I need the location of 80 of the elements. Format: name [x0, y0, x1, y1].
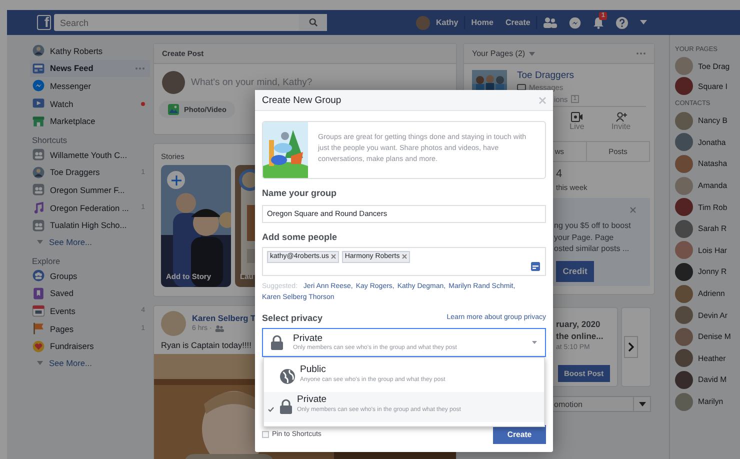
caret-icon[interactable] — [529, 52, 536, 56]
lock-icon — [271, 334, 283, 350]
card-title[interactable]: Your Pages (2) — [472, 49, 526, 58]
sidebar-item[interactable]: Groups — [30, 266, 150, 285]
dialog-title: Create New Group — [262, 94, 342, 106]
next-arrow-button[interactable] — [624, 336, 638, 358]
section-title: Explore — [31, 254, 62, 267]
sidebar-item[interactable]: Watch — [30, 94, 150, 112]
search-icon — [308, 18, 318, 27]
group-icon — [32, 218, 45, 232]
calendar-icon — [32, 304, 45, 318]
newspaper-icon — [32, 62, 45, 75]
check-icon — [268, 406, 274, 412]
more-icon[interactable] — [636, 52, 646, 55]
globe-icon — [280, 368, 295, 384]
sidebar-item[interactable]: Saved — [30, 284, 150, 302]
lock-icon — [280, 398, 292, 414]
group-icon — [32, 148, 45, 162]
caret-icon — [37, 361, 43, 366]
caret-icon — [532, 340, 537, 344]
profile-name[interactable]: Kathy Roberts — [50, 46, 103, 56]
image-icon — [168, 104, 179, 115]
storefront-icon — [32, 114, 45, 128]
profile-link[interactable]: Kathy — [430, 18, 464, 27]
avatar — [32, 166, 45, 179]
see-more-link[interactable]: See More... — [30, 354, 150, 372]
see-more-link[interactable]: See More... — [30, 234, 150, 251]
nav-link[interactable]: Create — [499, 18, 536, 27]
play-icon — [32, 97, 45, 110]
caret-icon[interactable] — [640, 20, 648, 25]
add-person-icon — [616, 112, 626, 122]
search-field[interactable]: Search — [54, 14, 299, 31]
caret-icon — [638, 402, 646, 406]
more-icon[interactable] — [135, 66, 145, 70]
close-icon[interactable] — [630, 207, 636, 213]
sidebar-item[interactable]: Fundraisers — [30, 337, 150, 355]
search-button[interactable] — [299, 14, 327, 31]
avatar — [162, 71, 185, 94]
avatar — [161, 311, 186, 336]
sidebar-item[interactable]: Tualatin High Scho... — [30, 216, 150, 234]
page-name[interactable]: Toe Draggers — [517, 70, 574, 81]
music-note-icon — [32, 201, 45, 214]
promo-text: ng you $5 off to boost — [553, 220, 632, 232]
group-icon — [32, 183, 45, 196]
credit-button[interactable]: Credit — [556, 260, 594, 282]
sidebar-item[interactable]: Willamette Youth C... — [30, 146, 150, 164]
bell-icon[interactable] — [593, 16, 604, 28]
nav-link[interactable]: Home — [465, 18, 500, 27]
sidebar-item[interactable]: Oregon Summer F... — [30, 181, 150, 199]
friends-icon — [214, 325, 224, 332]
chat-bubble-icon — [32, 79, 45, 92]
field-label: Name your group — [262, 188, 338, 198]
stat-number: 4 — [555, 168, 564, 180]
message-icon — [517, 84, 526, 92]
remove-icon[interactable] — [330, 254, 336, 259]
help-icon[interactable] — [616, 16, 628, 28]
flag-icon — [32, 322, 45, 336]
chat-bubble-icon[interactable] — [569, 16, 582, 28]
chevron-icon — [628, 342, 634, 352]
video-camera-icon — [571, 112, 583, 122]
author-name[interactable]: Karen Selberg T — [192, 313, 256, 323]
promo-text: your Page. Page — [553, 232, 615, 243]
checkbox[interactable] — [262, 430, 269, 438]
promo-text: osted similar posts ... — [553, 243, 630, 254]
group-icon — [32, 269, 45, 282]
note-icon[interactable] — [531, 262, 540, 270]
bookmark-icon — [32, 286, 45, 300]
plus-icon — [170, 174, 182, 186]
remove-icon[interactable] — [402, 254, 407, 259]
section-title: Shortcuts — [31, 134, 68, 146]
logo[interactable]: f — [37, 15, 51, 30]
sidebar-item[interactable]: Marketplace — [30, 112, 150, 130]
caret-icon — [37, 240, 43, 244]
avatar — [32, 44, 45, 58]
friends-icon[interactable] — [543, 17, 558, 28]
field-label: Add some people — [262, 232, 338, 242]
field-label: Select privacy — [262, 312, 323, 322]
post-text: Ryan is Captain today!!!! — [161, 340, 252, 350]
sidebar-item[interactable]: News Feed — [30, 60, 150, 78]
sidebar-item[interactable]: Messenger — [30, 77, 150, 95]
